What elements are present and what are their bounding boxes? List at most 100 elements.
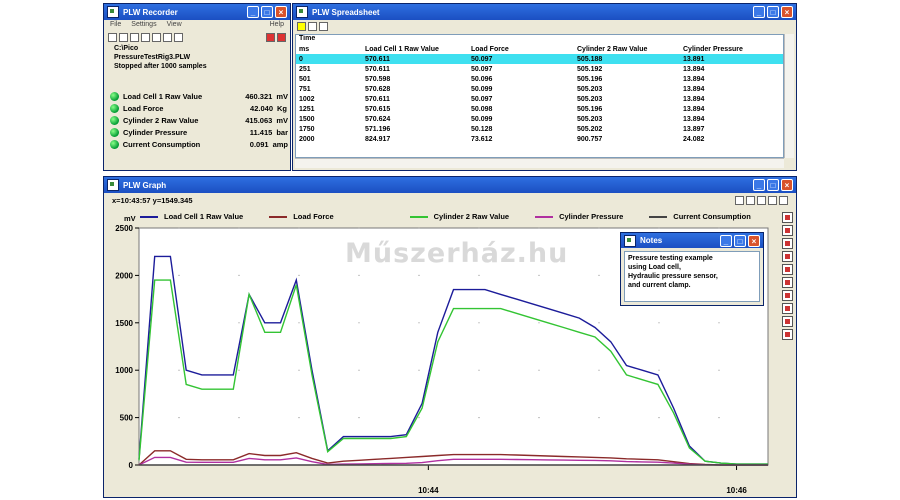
graph-titlebar[interactable]: PLW Graph _ □ × [104, 177, 796, 193]
info-file: PressureTestRig3.PLW [114, 54, 191, 61]
channel-unit: bar [276, 127, 288, 137]
table-row[interactable]: 501 570.598 50.096 505.196 13.894 [296, 74, 783, 84]
menu-view[interactable]: View [167, 21, 182, 30]
table-cell: 505.203 [577, 95, 603, 103]
go-icon[interactable] [266, 32, 275, 42]
maximize-button[interactable]: □ [261, 6, 273, 18]
channel-row[interactable]: Current Consumption 0.091 amp [106, 138, 288, 150]
column-header[interactable]: Cylinder 2 Raw Value [574, 44, 680, 54]
close-button[interactable]: × [781, 6, 793, 18]
stop-icon[interactable] [152, 32, 161, 42]
table-cell: 13.894 [683, 85, 705, 93]
table-row[interactable]: 1750 571.196 50.128 505.202 13.897 [296, 124, 783, 134]
new-icon[interactable] [108, 32, 117, 42]
table-row[interactable]: 0 570.611 50.097 505.188 13.891 [296, 54, 783, 64]
open-icon[interactable] [119, 32, 128, 42]
table-cell: 505.196 [577, 75, 603, 83]
print-icon[interactable] [308, 21, 317, 31]
vertical-scrollbar[interactable] [784, 34, 794, 158]
table-cell: 824.917 [365, 135, 391, 143]
minimize-button[interactable]: _ [753, 6, 765, 18]
column-header[interactable]: Cylinder Pressure [680, 44, 783, 54]
notes-titlebar[interactable]: Notes _ □ × [621, 233, 763, 248]
table-row[interactable]: 1002 570.611 50.097 505.203 13.894 [296, 94, 783, 104]
legend-item[interactable]: Load Cell 1 Raw Value [140, 212, 243, 221]
close-button[interactable]: × [748, 234, 760, 247]
record-icon[interactable] [141, 32, 150, 42]
print-icon[interactable] [782, 290, 793, 301]
help-icon[interactable] [782, 329, 793, 340]
table-cell: 13.894 [683, 115, 705, 123]
table-cell: 50.098 [471, 105, 493, 113]
minimize-button[interactable]: _ [720, 234, 732, 247]
table-row[interactable]: 1251 570.615 50.098 505.196 13.894 [296, 104, 783, 114]
notes-line: using Load cell, [628, 264, 681, 271]
scroll-right-icon[interactable] [768, 196, 777, 205]
table-row[interactable]: 1500 570.624 50.099 505.203 13.894 [296, 114, 783, 124]
ruler-icon[interactable] [782, 212, 793, 223]
zoom-in-icon[interactable] [735, 196, 744, 205]
channel-name: Load Force [123, 103, 164, 113]
marker-icon[interactable] [782, 225, 793, 236]
table-cell: 2000 [299, 135, 315, 143]
recorder-titlebar[interactable]: PLW Recorder _ □ × [104, 4, 290, 20]
spreadsheet-icon[interactable] [277, 32, 286, 42]
maximize-button[interactable]: □ [767, 6, 779, 18]
status-led-icon [110, 91, 119, 101]
status-led-icon [110, 103, 119, 113]
scroll-left-icon[interactable] [757, 196, 766, 205]
table-cell: 505.188 [574, 54, 680, 64]
close-button[interactable]: × [275, 6, 287, 18]
minimize-button[interactable]: _ [753, 179, 765, 191]
table-row[interactable]: 751 570.628 50.099 505.203 13.894 [296, 84, 783, 94]
menu-settings[interactable]: Settings [131, 21, 156, 30]
maximize-button[interactable]: □ [734, 234, 746, 247]
column-header[interactable]: ms [296, 44, 362, 54]
fit-icon[interactable] [779, 196, 788, 205]
column-header[interactable]: Load Force [468, 44, 574, 54]
graph-top-tools [735, 196, 788, 205]
channel-row[interactable]: Load Cell 1 Raw Value 460.321 mV [106, 90, 288, 102]
notes-body[interactable]: Pressure testing example using Load cell… [624, 251, 760, 302]
copy-icon[interactable] [297, 21, 306, 31]
table-row[interactable]: 2000 824.917 73.612 900.757 24.082 [296, 134, 783, 144]
spreadsheet-titlebar[interactable]: PLW Spreadsheet _ □ × [293, 4, 796, 20]
table-cell: 50.097 [471, 65, 493, 73]
note-icon[interactable] [782, 264, 793, 275]
app-icon [107, 179, 119, 191]
recorder-info: C:\Pico PressureTestRig3.PLW Stopped aft… [104, 43, 290, 72]
axis-icon[interactable] [782, 251, 793, 262]
legend-label: Load Cell 1 Raw Value [164, 212, 244, 221]
options-icon[interactable] [782, 316, 793, 327]
channel-row[interactable]: Cylinder Pressure 11.415 bar [106, 126, 288, 138]
notes-window[interactable]: Notes _ □ × Pressure testing example usi… [620, 232, 764, 306]
maximize-button[interactable]: □ [767, 179, 779, 191]
header-row: ms Load Cell 1 Raw Value Load Force Cyli… [296, 44, 783, 54]
zoom-out-icon[interactable] [746, 196, 755, 205]
table-cell: 501 [299, 75, 311, 83]
legend-item[interactable]: Load Force [269, 212, 334, 221]
column-header[interactable]: Load Cell 1 Raw Value [362, 44, 468, 54]
save-icon[interactable] [130, 32, 139, 42]
table-row[interactable]: 251 570.611 50.097 505.192 13.894 [296, 64, 783, 74]
minimize-button[interactable]: _ [247, 6, 259, 18]
graph-icon[interactable] [163, 32, 172, 42]
legend-item[interactable]: Current Consumption [649, 212, 751, 221]
menu-help[interactable]: Help [270, 21, 284, 30]
cursor-readout: x=10:43:57 y=1549.345 [112, 196, 193, 205]
legend-item[interactable]: Cylinder Pressure [535, 212, 623, 221]
legend-item[interactable]: Cylinder 2 Raw Value [409, 212, 509, 221]
channel-row[interactable]: Cylinder 2 Raw Value 415.063 mV [106, 114, 288, 126]
grid-icon[interactable] [782, 277, 793, 288]
menu-file[interactable]: File [110, 21, 121, 30]
channel-row[interactable]: Load Force 42.040 Kg [106, 102, 288, 114]
table-cell: 50.097 [471, 95, 493, 103]
pen-icon[interactable] [782, 238, 793, 249]
format-icon[interactable] [319, 21, 328, 31]
status-led-icon [110, 127, 119, 137]
copy-icon[interactable] [782, 303, 793, 314]
help-icon[interactable] [174, 32, 183, 42]
close-button[interactable]: × [781, 179, 793, 191]
horizontal-scrollbar[interactable] [295, 158, 784, 168]
channel-name: Current Consumption [122, 139, 201, 149]
